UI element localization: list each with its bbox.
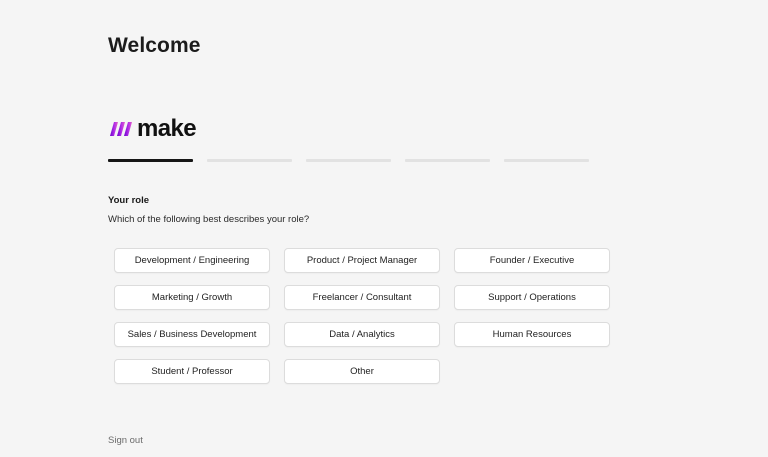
role-option-other[interactable]: Other bbox=[284, 359, 440, 384]
role-option-product-project-manager[interactable]: Product / Project Manager bbox=[284, 248, 440, 273]
progress-step-4 bbox=[405, 159, 490, 162]
role-option-data-analytics[interactable]: Data / Analytics bbox=[284, 322, 440, 347]
progress-step-3 bbox=[306, 159, 391, 162]
make-logo-icon bbox=[110, 122, 132, 136]
role-option-support-operations[interactable]: Support / Operations bbox=[454, 285, 610, 310]
role-section-title: Your role bbox=[108, 195, 149, 206]
role-option-freelancer-consultant[interactable]: Freelancer / Consultant bbox=[284, 285, 440, 310]
brand-name: make bbox=[137, 115, 197, 142]
brand-logo: make bbox=[108, 115, 197, 143]
progress-step-2 bbox=[207, 159, 292, 162]
role-question: Which of the following best describes yo… bbox=[108, 214, 310, 225]
progress-step-1 bbox=[108, 159, 193, 162]
page-title: Welcome bbox=[108, 34, 201, 57]
role-option-founder-executive[interactable]: Founder / Executive bbox=[454, 248, 610, 273]
role-option-human-resources[interactable]: Human Resources bbox=[454, 322, 610, 347]
role-option-development-engineering[interactable]: Development / Engineering bbox=[114, 248, 270, 273]
role-option-sales-business-development[interactable]: Sales / Business Development bbox=[114, 322, 270, 347]
role-options: Development / Engineering Product / Proj… bbox=[114, 248, 610, 384]
onboarding-progress bbox=[108, 159, 589, 162]
role-option-marketing-growth[interactable]: Marketing / Growth bbox=[114, 285, 270, 310]
sign-out-link[interactable]: Sign out bbox=[108, 435, 143, 446]
progress-step-5 bbox=[504, 159, 589, 162]
role-option-student-professor[interactable]: Student / Professor bbox=[114, 359, 270, 384]
